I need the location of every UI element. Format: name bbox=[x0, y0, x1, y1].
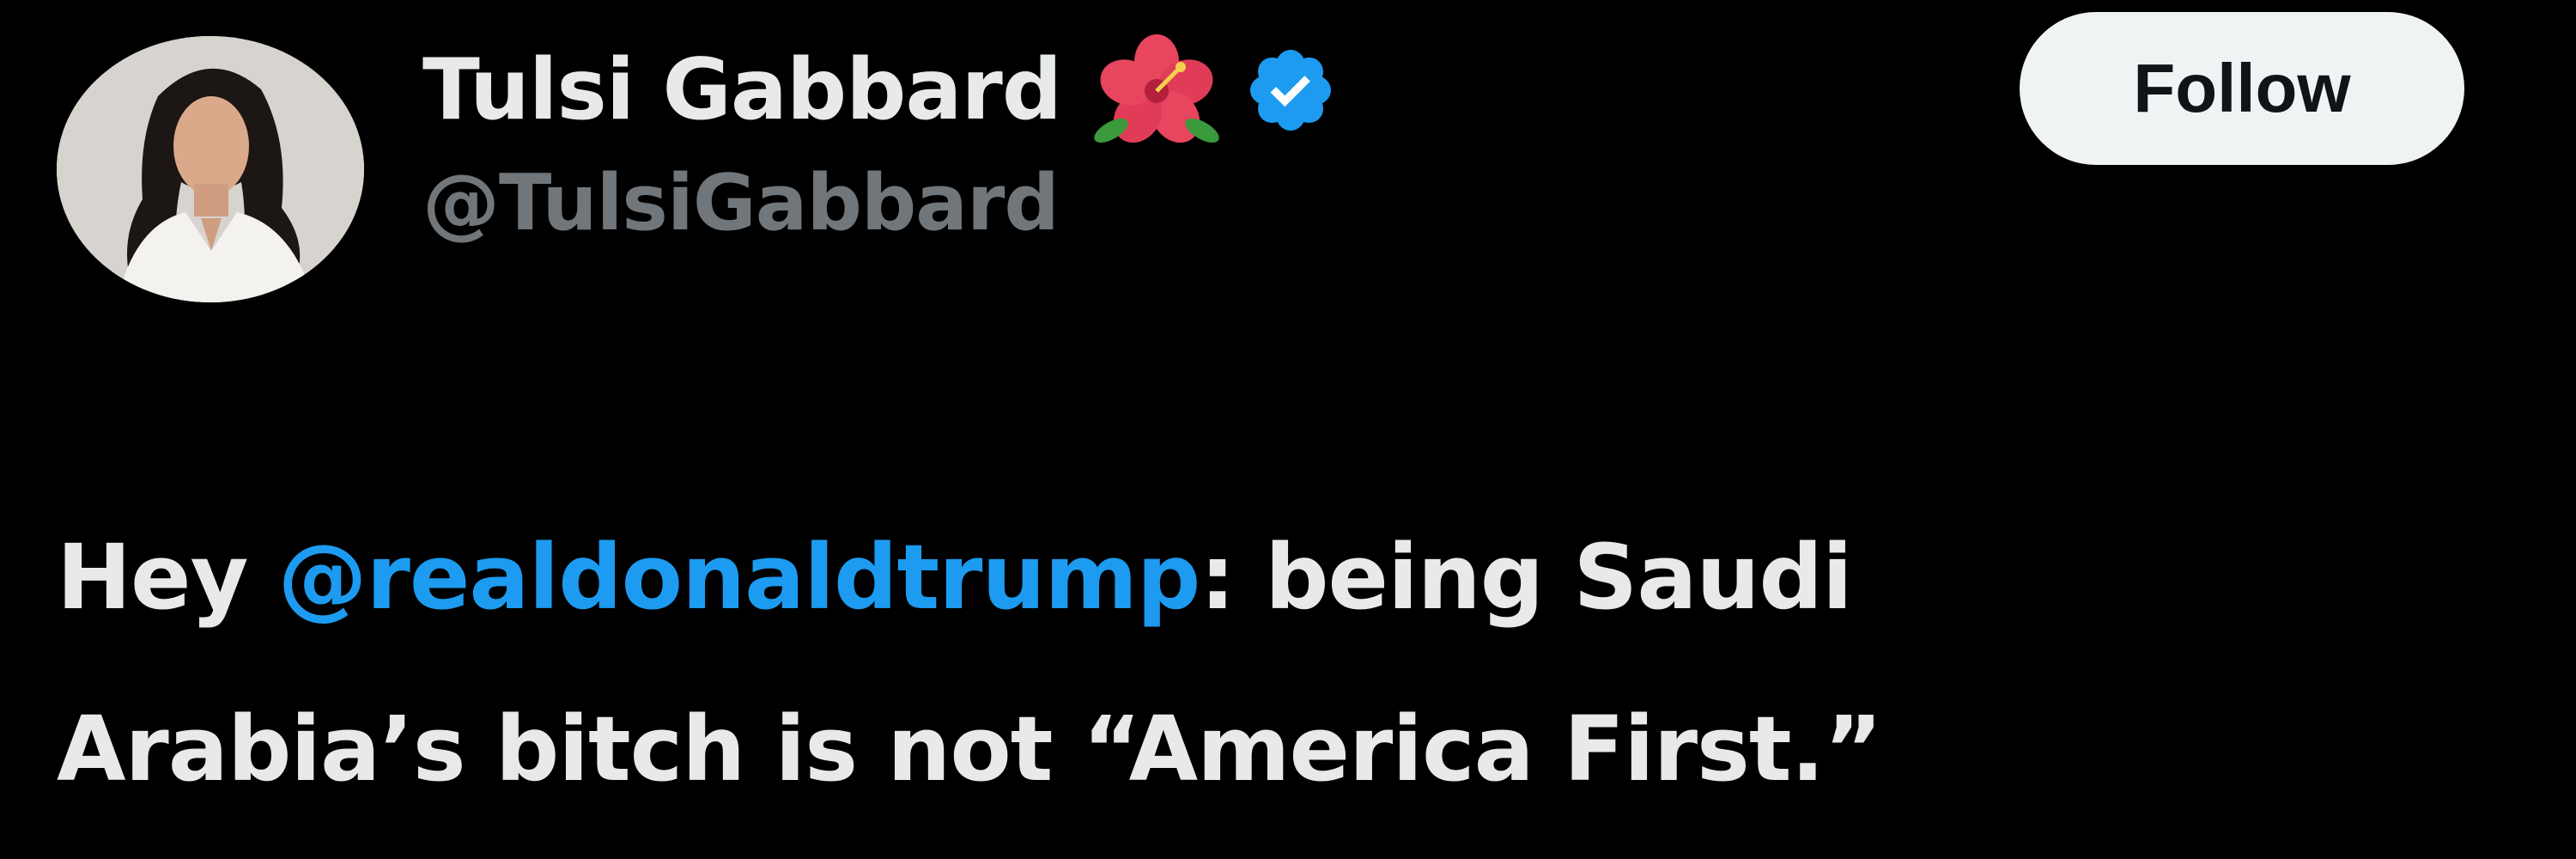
avatar[interactable] bbox=[57, 36, 364, 302]
tweet-text-line-2: Arabia’s bitch is not “America First.” bbox=[57, 697, 1882, 801]
hibiscus-icon bbox=[1092, 34, 1221, 146]
tweet-text-prefix: Hey bbox=[57, 525, 278, 630]
tweet-card: Tulsi Gabbard @TulsiGabbard Follow Hey @… bbox=[0, 0, 2576, 859]
avatar-image bbox=[57, 36, 364, 302]
mention-link[interactable]: @realdonaldtrump bbox=[278, 525, 1201, 630]
verified-icon[interactable] bbox=[1243, 43, 1338, 137]
tweet-text: Hey @realdonaldtrump: being Saudi Arabia… bbox=[57, 491, 2461, 835]
author-display-name[interactable]: Tulsi Gabbard bbox=[422, 41, 1062, 139]
author-handle[interactable]: @TulsiGabbard bbox=[422, 158, 1060, 248]
follow-button[interactable]: Follow bbox=[2020, 12, 2464, 165]
tweet-text-line-1: Hey @realdonaldtrump: being Saudi bbox=[57, 491, 2461, 663]
author-name-row: Tulsi Gabbard bbox=[422, 34, 1338, 146]
tweet-text-suffix: : being Saudi bbox=[1200, 525, 1852, 630]
